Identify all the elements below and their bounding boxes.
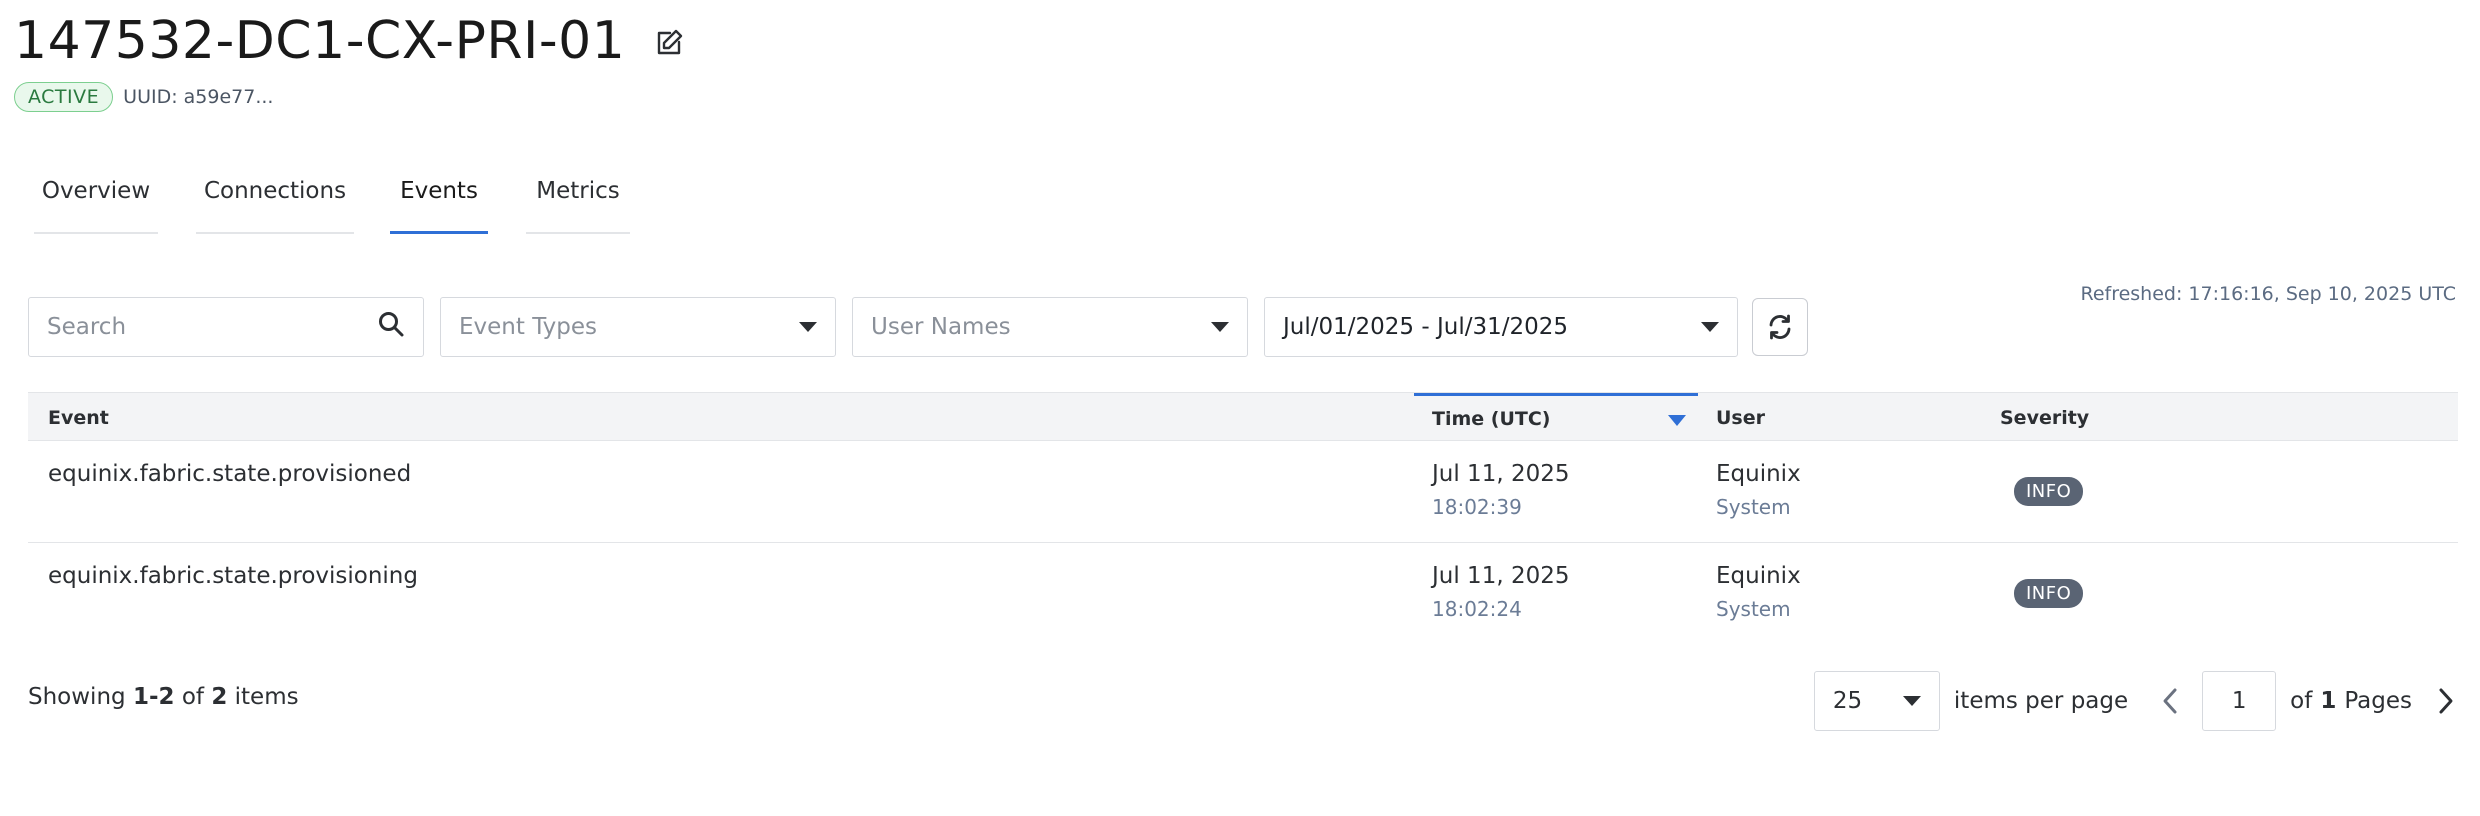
column-header-time-label: Time (UTC) [1432,408,1551,430]
items-range: 1-2 [132,684,175,710]
total-pages-label: of 1 Pages [2290,688,2412,714]
search-input[interactable]: Search [28,297,424,357]
per-page-value: 25 [1832,688,1863,714]
tab-connections[interactable]: Connections [196,158,354,234]
table-row[interactable]: equinix.fabric.state.provisioned Jul 11,… [28,441,2458,543]
sort-desc-icon[interactable] [1668,415,1686,426]
chevron-right-icon [2439,688,2453,714]
user-names-placeholder: User Names [871,314,1011,340]
event-name: equinix.fabric.state.provisioning [48,563,418,589]
search-icon[interactable] [377,310,405,344]
per-page-label: items per page [1953,688,2129,714]
user-names-dropdown[interactable]: User Names [852,297,1248,357]
refresh-button[interactable] [1752,298,1808,356]
user-name: Equinix [1716,563,1801,589]
user-name: Equinix [1716,461,1801,487]
items-summary: Showing 1-2 of 2 items [28,684,299,710]
tab-overview[interactable]: Overview [34,158,158,234]
severity-badge: INFO [2014,579,2084,608]
next-page-button[interactable] [2426,681,2466,721]
tab-bar: Overview Connections Events Metrics [34,158,630,234]
total-pages: 1 [2320,688,2337,714]
user-type: System [1716,495,1791,519]
column-header-event[interactable]: Event [48,393,109,442]
event-date: Jul 11, 2025 [1432,563,1570,589]
of-label: of [2290,688,2313,714]
refresh-icon [1769,314,1791,340]
column-header-severity[interactable]: Severity [2000,393,2089,442]
status-badge: ACTIVE [14,82,114,112]
status-row: ACTIVE UUID: a59e77... [14,82,273,112]
search-placeholder: Search [47,314,127,340]
page-number-input[interactable] [2202,671,2277,731]
event-time: Jul 11, 2025 18:02:39 [1432,461,1569,519]
showing-label: Showing [28,684,126,710]
date-range-value: Jul/01/2025 - Jul/31/2025 [1283,314,1569,340]
of-label: of [181,684,204,710]
per-page-dropdown[interactable]: 25 [1813,671,1940,731]
chevron-down-icon [1211,322,1229,332]
tab-events[interactable]: Events [390,158,488,234]
table-row[interactable]: equinix.fabric.state.provisioning Jul 11… [28,543,2458,645]
chevron-left-icon [2163,688,2177,714]
items-label: items [234,684,299,710]
event-user: Equinix System [1716,563,1801,621]
edit-icon[interactable] [651,25,687,61]
refreshed-timestamp: Refreshed: 17:16:16, Sep 10, 2025 UTC [2080,283,2456,305]
events-table: Event Time (UTC) User Severity equinix.f… [28,392,2458,645]
event-time: Jul 11, 2025 18:02:24 [1432,563,1569,621]
event-types-dropdown[interactable]: Event Types [440,297,836,357]
user-type: System [1716,597,1791,621]
event-name: equinix.fabric.state.provisioned [48,461,412,487]
event-clock-time: 18:02:39 [1432,495,1522,519]
event-date: Jul 11, 2025 [1432,461,1570,487]
table-header: Event Time (UTC) User Severity [28,392,2458,441]
chevron-down-icon [799,322,817,332]
column-header-user[interactable]: User [1716,393,1765,442]
items-total: 2 [211,684,228,710]
event-types-placeholder: Event Types [459,314,598,340]
filter-bar: Search Event Types User Names Jul/01/202… [28,297,1808,357]
event-user: Equinix System [1716,461,1801,519]
chevron-down-icon [1701,322,1719,332]
pages-label: Pages [2344,688,2412,714]
tab-metrics[interactable]: Metrics [526,158,630,234]
page-title: 147532-DC1-CX-PRI-01 [14,11,626,71]
severity-badge: INFO [2014,477,2084,506]
chevron-down-icon [1902,696,1921,706]
pagination: 25 items per page of 1 Pages [1813,671,2466,731]
page-header: 147532-DC1-CX-PRI-01 [14,8,687,74]
column-header-time[interactable]: Time (UTC) [1414,393,1698,442]
uuid-label[interactable]: UUID: a59e77... [123,86,273,108]
date-range-dropdown[interactable]: Jul/01/2025 - Jul/31/2025 [1264,297,1738,357]
previous-page-button[interactable] [2150,681,2190,721]
event-clock-time: 18:02:24 [1432,597,1522,621]
